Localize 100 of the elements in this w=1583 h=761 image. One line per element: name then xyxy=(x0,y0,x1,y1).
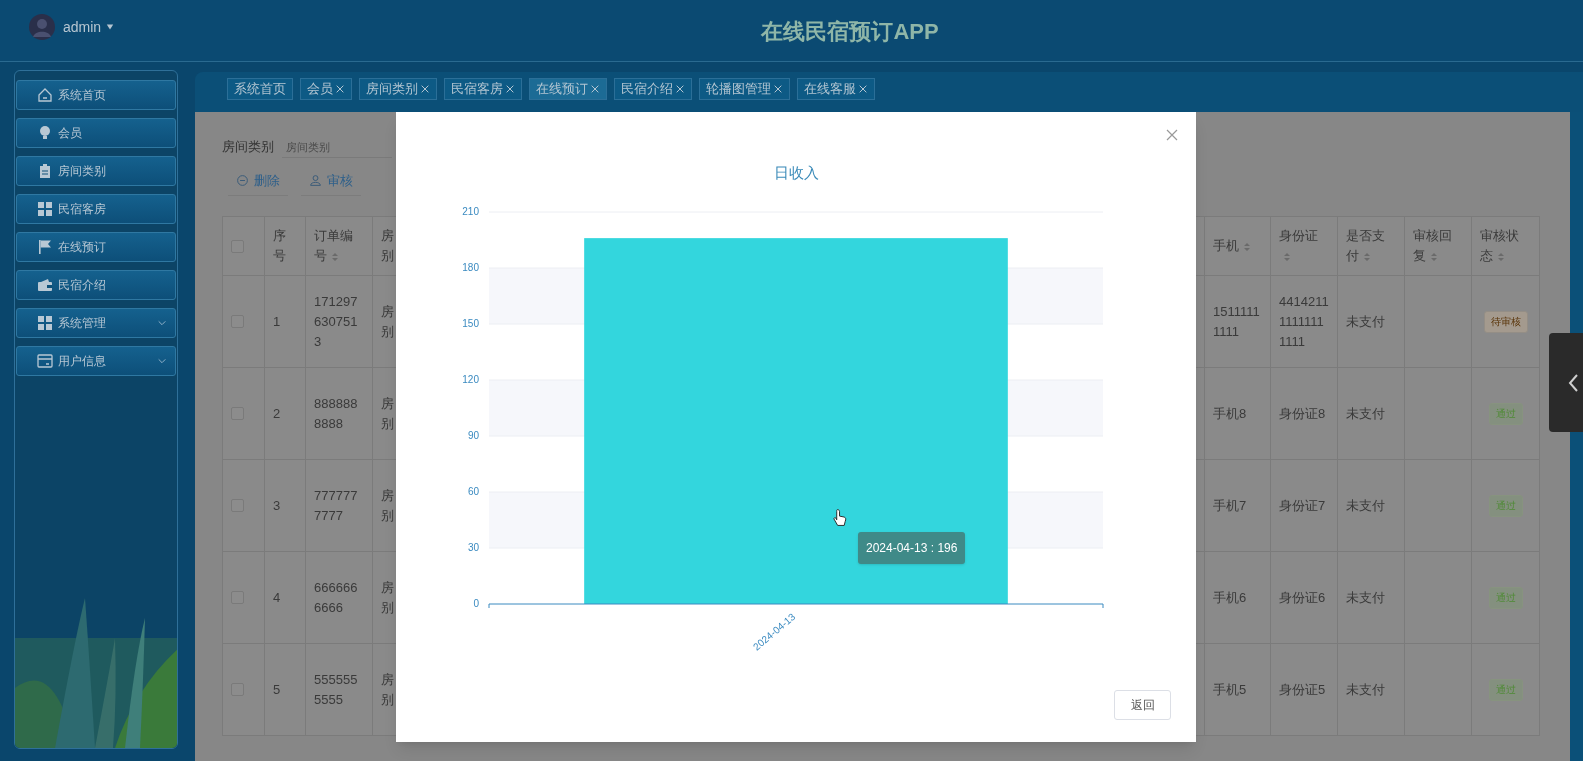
axis-tick-label: 60 xyxy=(467,486,479,497)
card-icon xyxy=(37,353,53,369)
table-cell-text: 未支付 xyxy=(1346,404,1385,423)
table-cell-text: 4 xyxy=(273,588,281,607)
table-cell-text: 身份证5 xyxy=(1279,680,1326,699)
column-header: 身份证 xyxy=(1279,226,1329,266)
sidebar-item[interactable]: 在线预订 xyxy=(16,232,176,262)
table-cell-text: 7777777777 xyxy=(314,486,359,525)
clipboard-icon xyxy=(37,163,53,179)
sidebar-item[interactable]: 民宿介绍 xyxy=(16,270,176,300)
user-menu[interactable]: admin xyxy=(63,16,115,38)
minus-circle-icon xyxy=(236,174,249,187)
status-tag: 待审核 xyxy=(1483,310,1528,333)
tab[interactable]: 民宿介绍 xyxy=(614,78,692,100)
user-icon xyxy=(309,174,322,187)
table-cell-text: 手机6 xyxy=(1213,588,1247,607)
table-cell-text: 2 xyxy=(273,404,281,423)
wallet-icon xyxy=(37,277,53,293)
table-cell-text: 未支付 xyxy=(1346,680,1385,699)
table-cell-text: 身份证8 xyxy=(1279,404,1326,423)
close-icon xyxy=(420,84,430,94)
close-button[interactable] xyxy=(1166,129,1178,141)
sidebar-item[interactable]: 用户信息 xyxy=(16,346,176,376)
table-cell-text: 房别 xyxy=(381,486,394,525)
close-icon xyxy=(675,84,685,94)
close-icon xyxy=(773,84,783,94)
axis-tick-label: 150 xyxy=(462,318,479,329)
grid-icon xyxy=(37,315,53,331)
sort-icon xyxy=(1429,250,1439,263)
sidebar-item[interactable]: 系统管理 xyxy=(16,308,176,338)
hand-cursor-icon xyxy=(833,508,847,527)
table-cell-text: 房别 xyxy=(381,394,394,433)
axis-tick-label: 0 xyxy=(473,598,479,609)
axis-tick-label: 180 xyxy=(462,262,479,273)
avatar-icon xyxy=(29,14,55,40)
chart-tooltip: 2024-04-13 : 196 xyxy=(858,532,966,564)
table-cell-text: 5 xyxy=(273,680,281,699)
table-cell-text: 身份证6 xyxy=(1279,588,1326,607)
sidebar-item[interactable]: 房间类别 xyxy=(16,156,176,186)
column-header: 手机 xyxy=(1213,236,1252,256)
app-title: 在线民宿预订APP xyxy=(760,18,940,46)
close-icon xyxy=(1166,129,1178,141)
close-icon xyxy=(858,84,868,94)
close-icon xyxy=(335,84,345,94)
flag-icon xyxy=(37,239,53,255)
table-cell-text: 1 xyxy=(273,312,281,331)
table-cell-text: 房别 xyxy=(381,670,394,709)
status-tag: 通过 xyxy=(1488,678,1523,701)
grid-icon xyxy=(37,201,53,217)
table-cell-text: 未支付 xyxy=(1346,496,1385,515)
tab[interactable]: 轮播图管理 xyxy=(699,78,790,100)
table-cell-text: 6666666666 xyxy=(314,578,359,617)
chevron-down-icon xyxy=(157,356,167,366)
sidebar-item[interactable]: 系统首页 xyxy=(16,80,176,110)
chevron-left-icon xyxy=(1567,372,1579,393)
close-icon xyxy=(590,84,600,94)
status-tag: 通过 xyxy=(1488,494,1523,517)
caret-icon xyxy=(106,23,115,31)
status-tag: 通过 xyxy=(1488,402,1523,425)
table-cell-text: 手机8 xyxy=(1213,404,1247,423)
sidebar-item[interactable]: 会员 xyxy=(16,118,176,148)
tab[interactable]: 系统首页 xyxy=(227,78,293,100)
table-cell-text: 身份证7 xyxy=(1279,496,1326,515)
sort-icon xyxy=(330,250,340,263)
axis-tick-label: 30 xyxy=(467,542,479,553)
lightbulb-icon xyxy=(37,125,53,141)
column-header: 序号 xyxy=(273,227,287,265)
sort-icon xyxy=(1282,250,1292,263)
home-icon xyxy=(37,87,53,103)
drawer-handle[interactable] xyxy=(1549,333,1583,432)
tab[interactable]: 在线客服 xyxy=(797,78,875,100)
tab[interactable]: 房间类别 xyxy=(359,78,437,100)
table-cell-text: 未支付 xyxy=(1346,312,1385,331)
chevron-down-icon xyxy=(157,318,167,328)
sidebar-item[interactable]: 民宿客房 xyxy=(16,194,176,224)
table-cell-text: 1712976307513 xyxy=(314,292,359,351)
status-tag: 通过 xyxy=(1488,586,1523,609)
sort-icon xyxy=(1496,250,1506,263)
axis-tick-label: 90 xyxy=(467,430,479,441)
tab[interactable]: 在线预订 xyxy=(529,78,607,100)
axis-tick-label: 210 xyxy=(462,206,479,217)
table-cell-text: 5555555555 xyxy=(314,670,359,709)
table-cell-text: 房别 xyxy=(381,578,394,617)
table-cell-text: 未支付 xyxy=(1346,588,1385,607)
table-cell-text: 手机5 xyxy=(1213,680,1247,699)
tab[interactable]: 民宿客房 xyxy=(444,78,522,100)
axis-tick-label: 120 xyxy=(462,374,479,385)
table-cell-text: 手机7 xyxy=(1213,496,1247,515)
filter-label: 房间类别 xyxy=(222,138,274,157)
column-header: 房别 xyxy=(381,227,394,265)
table-cell-text: 房别 xyxy=(381,302,394,341)
column-header: 审核状态 xyxy=(1480,227,1520,265)
chart-title: 日收入 xyxy=(772,163,820,183)
table-cell-text: 15111111111 xyxy=(1213,302,1261,341)
close-icon xyxy=(505,84,515,94)
column-header: 是否支付 xyxy=(1346,227,1386,265)
table-cell-text: 8888888888 xyxy=(314,394,359,433)
table-cell-text: 3 xyxy=(273,496,281,515)
back-button[interactable]: 返回 xyxy=(1114,690,1171,720)
tab[interactable]: 会员 xyxy=(300,78,352,100)
